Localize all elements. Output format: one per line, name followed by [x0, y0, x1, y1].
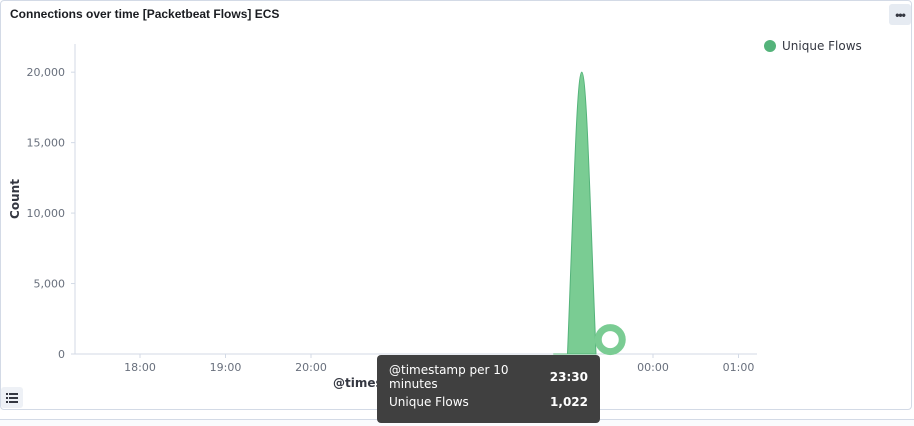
x-tick-label: 00:00	[637, 361, 669, 374]
y-tick-label: 20,000	[27, 66, 66, 79]
x-tick-label: 20:00	[295, 361, 327, 374]
tooltip-row: Unique Flows 1,022	[389, 389, 588, 414]
y-tick-label: 10,000	[27, 207, 66, 220]
y-tick-label: 0	[58, 348, 65, 361]
x-tick-label: 19:00	[210, 361, 242, 374]
x-axis-title: @times	[333, 376, 383, 390]
y-axis-title: Count	[8, 179, 22, 219]
x-tick-label: 01:00	[723, 361, 755, 374]
tooltip-label: Unique Flows	[389, 394, 469, 409]
legend-toggle-button[interactable]	[1, 387, 23, 408]
list-icon	[6, 392, 18, 403]
chart-tooltip: @timestamp per 10 minutes 23:30 Unique F…	[377, 355, 600, 423]
legend-color-dot[interactable]	[764, 40, 776, 52]
tooltip-row: @timestamp per 10 minutes 23:30	[389, 362, 588, 391]
tooltip-value: 1,022	[550, 394, 588, 409]
legend-item-label[interactable]: Unique Flows	[782, 39, 862, 53]
tooltip-value: 23:30	[549, 369, 588, 384]
data-point[interactable]	[594, 324, 626, 356]
x-tick-label: 18:00	[124, 361, 156, 374]
series-area-unique-flows[interactable]	[553, 71, 597, 355]
y-tick-label: 5,000	[34, 278, 66, 291]
tooltip-label: @timestamp per 10 minutes	[389, 362, 509, 391]
y-tick-label: 15,000	[27, 137, 66, 150]
